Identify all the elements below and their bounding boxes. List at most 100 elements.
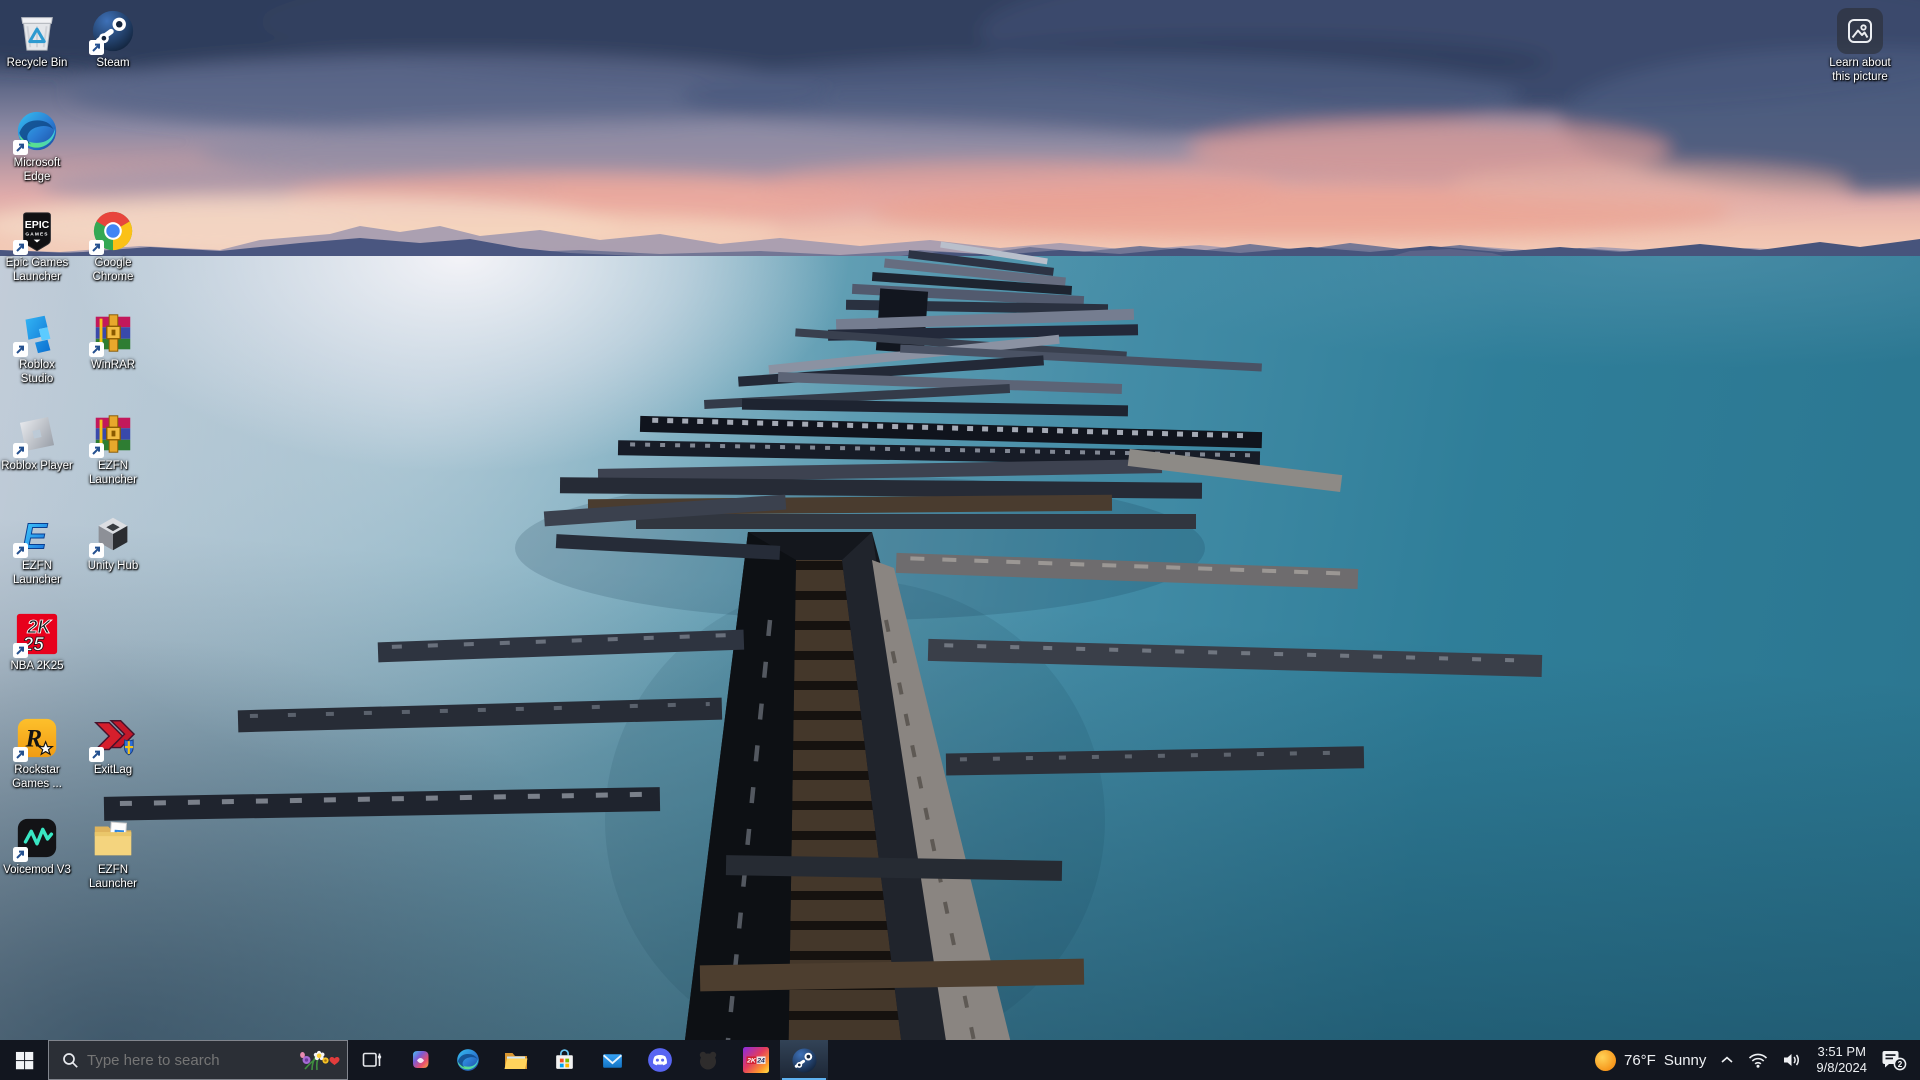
desktop-icon-recycle-bin[interactable]: Recycle Bin	[0, 8, 74, 71]
ezfn-folder-icon: E	[90, 815, 136, 861]
shortcut-arrow-icon	[13, 747, 28, 762]
svg-text:EPIC: EPIC	[25, 219, 50, 231]
desktop-icon-roblox-player[interactable]: Roblox Player	[0, 411, 74, 474]
desktop-icon-ezfn-app[interactable]: E EZFN Launcher	[0, 511, 74, 587]
svg-text:2: 2	[1898, 1060, 1903, 1069]
shortcut-arrow-icon	[13, 140, 28, 155]
taskbar-app-steam-active[interactable]	[780, 1040, 828, 1080]
clock-time: 3:51 PM	[1817, 1044, 1866, 1059]
discord-icon	[648, 1048, 672, 1072]
desktop-icon-roblox-studio[interactable]: Roblox Studio	[0, 310, 74, 386]
ezfn-app-icon: E	[13, 511, 60, 558]
steam-icon	[89, 8, 136, 55]
search-icon	[62, 1052, 79, 1069]
file-explorer-icon	[504, 1053, 528, 1069]
faded-app-icon	[699, 1051, 717, 1070]
desktop-icon-label: Epic Games Launcher	[5, 257, 69, 283]
taskbar-app-nba-2k24[interactable]: 2K 24	[732, 1040, 780, 1080]
desktop-icon-unity-hub[interactable]: Unity Hub	[76, 511, 150, 574]
rockstar-games-icon: R	[13, 715, 60, 762]
desktop-icon-label: EZFN Launcher	[89, 864, 137, 890]
desktop-icon-label: Google Chrome	[92, 257, 134, 283]
nba-2k24-icon: 2K 24	[743, 1047, 769, 1073]
task-view-button[interactable]	[348, 1040, 396, 1080]
action-center-button[interactable]: 2	[1874, 1040, 1914, 1080]
weather-widget[interactable]: 76°F Sunny	[1588, 1040, 1713, 1080]
desktop-icon-label: ExitLag	[93, 764, 133, 776]
taskbar: 2K 24 76°F Sunny	[0, 1040, 1920, 1080]
nba-2k25-icon: 2K 25	[13, 611, 60, 658]
desktop-icon-nba-2k25[interactable]: 2K 25 NBA 2K25	[0, 611, 74, 674]
shortcut-arrow-icon	[89, 240, 104, 255]
taskbar-app-copilot[interactable]	[396, 1040, 444, 1080]
desktop-icon-rockstar-games[interactable]: R Rockstar Games ...	[0, 715, 74, 791]
unity-hub-icon	[89, 511, 136, 558]
taskbar-clock[interactable]: 3:51 PM 9/8/2024	[1809, 1040, 1874, 1080]
start-button[interactable]	[0, 1040, 48, 1080]
clock-date: 9/8/2024	[1816, 1060, 1867, 1075]
desktop-icon-label: Microsoft Edge	[13, 157, 61, 183]
shortcut-arrow-icon	[13, 443, 28, 458]
ezfn-archive-icon	[89, 411, 136, 458]
desktop-icon-label: Roblox Player	[1, 460, 73, 472]
sun-icon	[1594, 1049, 1616, 1071]
taskbar-app-discord[interactable]	[636, 1040, 684, 1080]
volume-button[interactable]	[1775, 1040, 1809, 1080]
desktop-icon-label: WinRAR	[90, 359, 136, 371]
desktop-icon-label: Unity Hub	[87, 560, 139, 572]
desktop-icon-winrar[interactable]: WinRAR	[76, 310, 150, 373]
windows-logo-icon	[15, 1051, 33, 1069]
recycle-bin-icon	[14, 8, 60, 54]
hidden-icons-button[interactable]	[1713, 1040, 1741, 1080]
taskbar-search-box[interactable]	[48, 1040, 348, 1080]
desktop-icon-label: Steam	[96, 57, 130, 69]
learn-about-label: Learn about this picture	[1829, 57, 1891, 83]
shortcut-arrow-icon	[13, 543, 28, 558]
shortcut-arrow-icon	[89, 747, 104, 762]
desktop-icon-label: Voicemod V3	[3, 864, 71, 876]
shortcut-arrow-icon	[13, 847, 28, 862]
roblox-player-icon	[13, 411, 60, 458]
desktop-icon-exitlag[interactable]: ExitLag	[76, 715, 150, 778]
svg-text:GAMES: GAMES	[25, 231, 48, 237]
desktop-icon-ezfn-archive[interactable]: EZFN Launcher	[76, 411, 150, 487]
microsoft-store-icon	[555, 1048, 573, 1069]
shortcut-arrow-icon	[89, 342, 104, 357]
winrar-icon	[89, 310, 136, 357]
desktop-icon-label: NBA 2K25	[10, 660, 64, 672]
microsoft-edge-icon	[13, 108, 60, 155]
shortcut-arrow-icon	[13, 342, 28, 357]
shortcut-arrow-icon	[13, 240, 28, 255]
notification-icon: 2	[1882, 1051, 1907, 1071]
learn-about-picture[interactable]: Learn about this picture	[1810, 8, 1910, 84]
network-button[interactable]	[1741, 1040, 1775, 1080]
desktop-icon-google-chrome[interactable]: Google Chrome	[76, 208, 150, 284]
taskbar-app-background[interactable]	[684, 1040, 732, 1080]
wallpaper	[0, 0, 1920, 1080]
voicemod-icon	[13, 815, 60, 862]
desktop-icon-voicemod[interactable]: Voicemod V3	[0, 815, 74, 878]
search-input[interactable]	[79, 1051, 297, 1069]
task-view-icon	[362, 1052, 382, 1067]
chevron-up-icon	[1721, 1056, 1733, 1063]
google-chrome-icon	[89, 208, 136, 255]
exitlag-icon	[89, 715, 136, 762]
desktop-icon-label: EZFN Launcher	[13, 560, 61, 586]
desktop-icon-steam[interactable]: Steam	[76, 8, 150, 71]
search-flowers-decoration	[297, 1047, 341, 1073]
taskbar-app-mail[interactable]	[588, 1040, 636, 1080]
wallpaper-broken-pier	[103, 241, 1543, 1080]
copilot-icon	[412, 1050, 428, 1068]
speaker-icon	[1784, 1054, 1800, 1066]
taskbar-app-file-explorer[interactable]	[492, 1040, 540, 1080]
wifi-icon	[1749, 1053, 1768, 1068]
taskbar-app-microsoft-store[interactable]	[540, 1040, 588, 1080]
weather-condition: Sunny	[1663, 1051, 1707, 1069]
desktop-icon-epic-games[interactable]: EPIC GAMES Epic Games Launcher	[0, 208, 74, 284]
taskbar-app-edge[interactable]	[444, 1040, 492, 1080]
roblox-studio-icon	[13, 310, 60, 357]
desktop-icon-ezfn-folder[interactable]: E EZFN Launcher	[76, 815, 150, 891]
desktop-icon-microsoft-edge[interactable]: Microsoft Edge	[0, 108, 74, 184]
steam-icon	[791, 1047, 817, 1073]
svg-text:2K: 2K	[746, 1057, 757, 1064]
